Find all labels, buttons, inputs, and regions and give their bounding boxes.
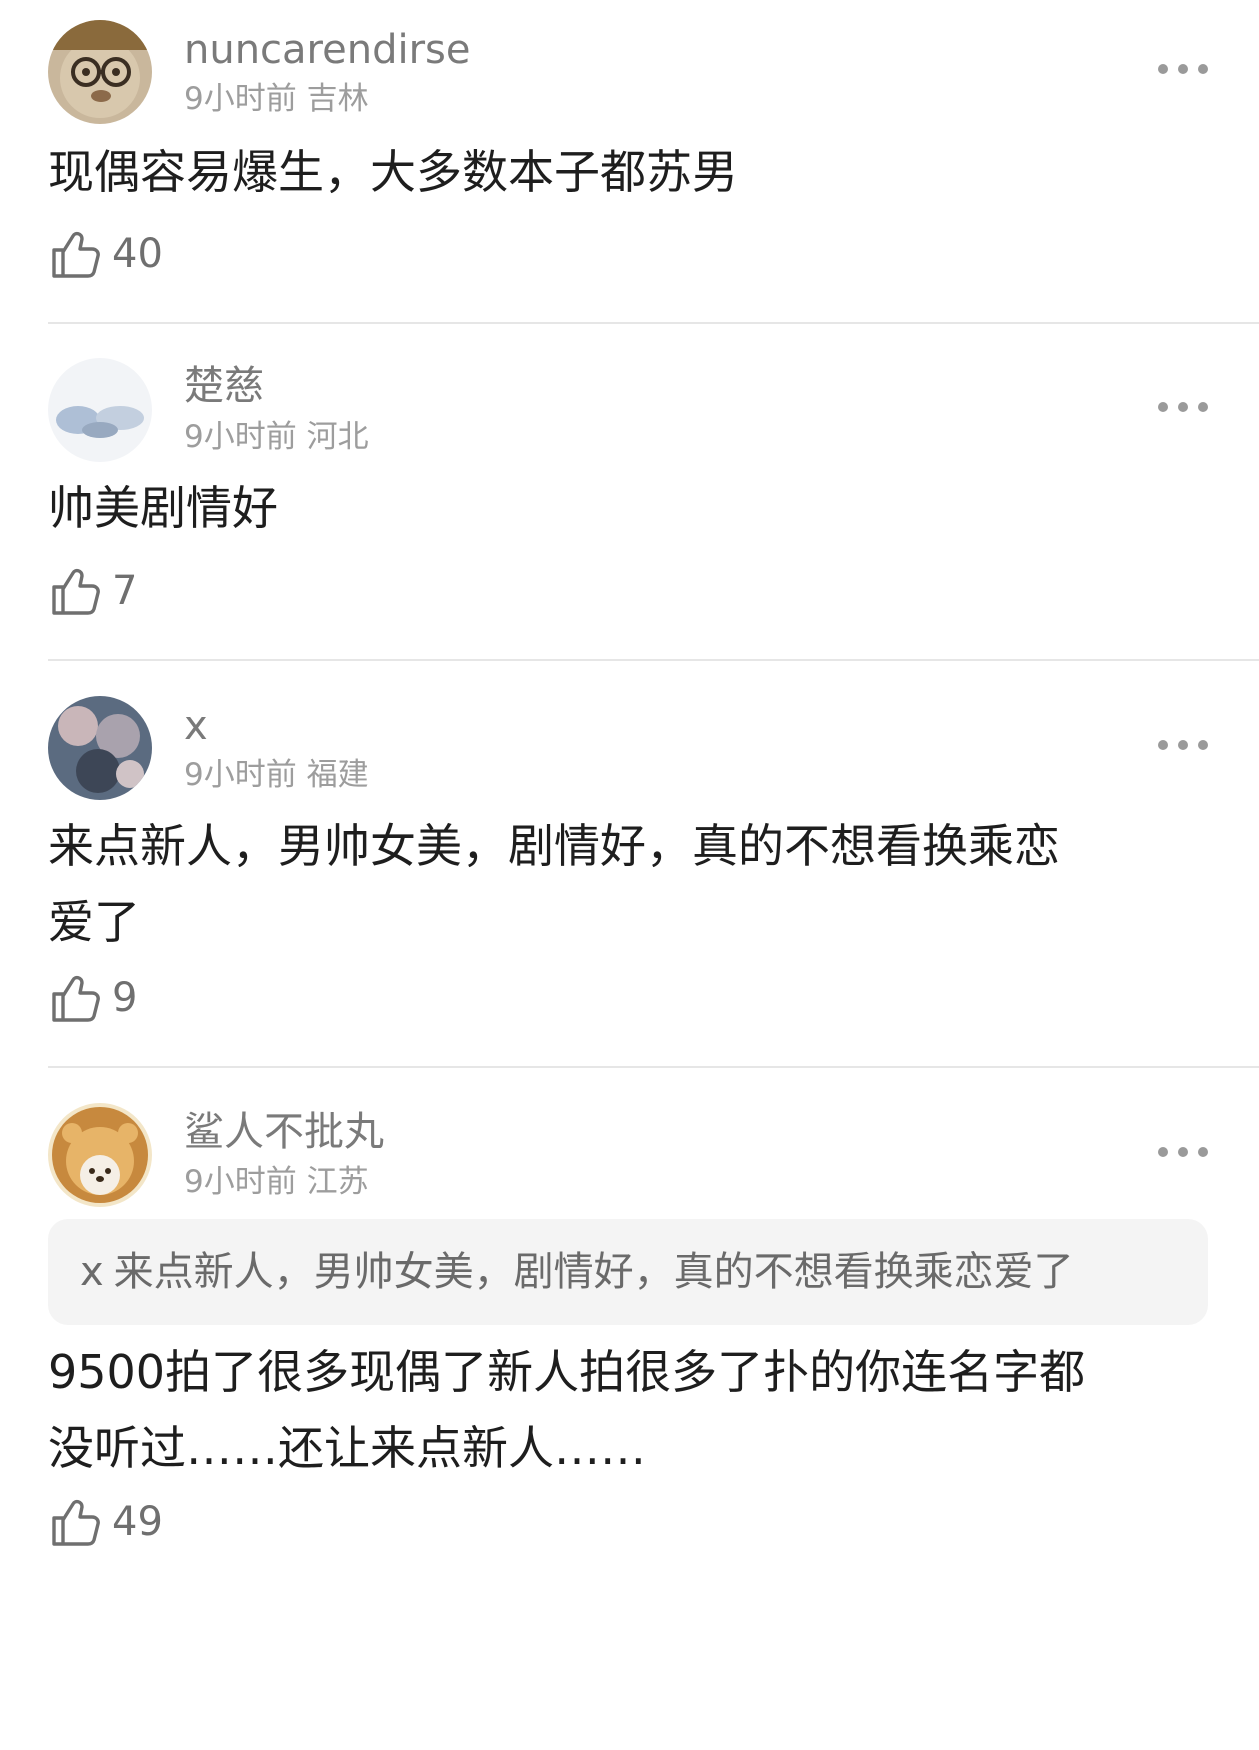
username[interactable]: x (184, 702, 208, 750)
avatar[interactable] (48, 696, 152, 800)
username[interactable]: nuncarendirse (184, 26, 470, 74)
comment-time: 9小时前 (184, 419, 297, 455)
comment-location: 河北 (306, 419, 369, 455)
quoted-username: x (80, 1249, 104, 1295)
thumbs-up-icon (52, 231, 100, 278)
avatar[interactable] (48, 358, 152, 462)
quoted-reply[interactable]: x 来点新人，男帅女美，剧情好，真的不想看换乘恋爱了 (48, 1219, 1208, 1325)
comment-text: 现偶容易爆生，大多数本子都苏男 (48, 145, 738, 199)
like-count: 9 (112, 975, 138, 1021)
like-button[interactable]: 40 (50, 226, 163, 282)
comment-meta: 9小时前 吉林 (184, 80, 369, 118)
divider (48, 659, 1259, 661)
more-options-icon[interactable] (1158, 400, 1208, 414)
more-options-icon[interactable] (1158, 62, 1208, 76)
comment-text: 来点新人，男帅女美，剧情好，真的不想看换乘恋 爱了 (48, 819, 1060, 949)
comment-meta: 9小时前 福建 (184, 756, 369, 794)
more-options-icon[interactable] (1158, 738, 1208, 752)
avatar[interactable] (48, 20, 152, 124)
thumbs-up-icon (52, 1499, 100, 1546)
thumbs-up-icon (52, 975, 100, 1022)
comment-text: 9500拍了很多现偶了新人拍很多了扑的你连名字都 没听过……还让来点新人…… (48, 1345, 1086, 1475)
thumbs-up-icon (52, 568, 100, 615)
quoted-text: 来点新人，男帅女美，剧情好，真的不想看换乘恋爱了 (113, 1249, 1074, 1295)
comment-meta: 9小时前 江苏 (184, 1163, 369, 1201)
comment-time: 9小时前 (184, 757, 297, 793)
comment-location: 江苏 (306, 1164, 369, 1200)
more-options-icon[interactable] (1158, 1145, 1208, 1159)
username[interactable]: 鲨人不批丸 (184, 1108, 384, 1156)
like-button[interactable]: 9 (50, 970, 137, 1026)
divider (48, 1066, 1259, 1068)
like-count: 7 (112, 568, 138, 614)
like-button[interactable]: 49 (50, 1494, 163, 1550)
comment-location: 吉林 (306, 81, 369, 117)
comment-location: 福建 (306, 757, 369, 793)
divider (48, 322, 1259, 324)
avatar[interactable] (48, 1103, 152, 1207)
comment-text: 帅美剧情好 (48, 481, 278, 535)
comment-meta: 9小时前 河北 (184, 418, 369, 456)
username[interactable]: 楚慈 (184, 362, 264, 410)
like-count: 40 (112, 231, 163, 277)
like-button[interactable]: 7 (50, 563, 137, 619)
comment-time: 9小时前 (184, 81, 297, 117)
comment-time: 9小时前 (184, 1164, 297, 1200)
like-count: 49 (112, 1499, 163, 1545)
